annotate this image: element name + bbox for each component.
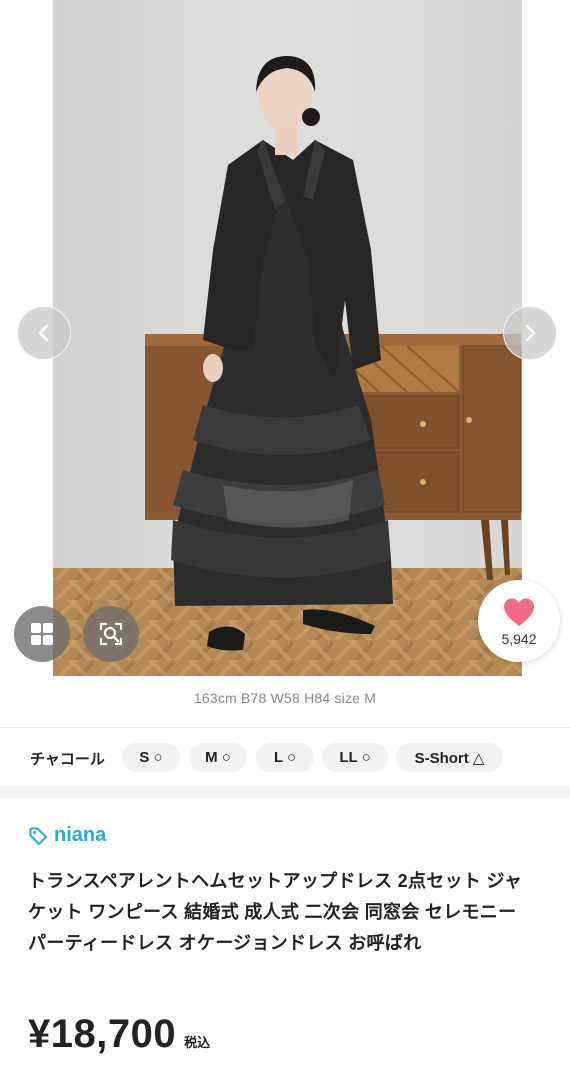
grid-icon [31,623,53,645]
model-size-caption: 163cm B78 W58 H84 size M [193,690,377,706]
image-list-button[interactable] [14,606,70,662]
color-name: チャコール [30,751,105,768]
variant-selector: チャコール S ○ M ○ L ○ LL ○ S-Short △ [0,740,570,774]
section-divider [0,786,570,798]
shop-name: niana [54,824,107,846]
size-chip-l[interactable]: L ○ [256,743,314,772]
chevron-left-icon [38,324,49,342]
size-chip-s[interactable]: S ○ [122,743,180,772]
product-title: トランスペアレントヘムセットアップドレス 2点セット ジャケット ワンピース 結… [28,871,523,953]
size-chip-ll[interactable]: LL ○ [322,743,388,772]
next-image-button[interactable] [503,306,557,360]
shop-link[interactable]: niana [28,824,106,847]
like-button[interactable]: 5,942 [478,580,560,662]
image-search-icon [99,622,123,646]
like-count: 5,942 [501,631,537,647]
product-image-gallery: 5,942 [0,0,570,685]
price-row: ¥18,700 税込 [28,1012,210,1057]
price: ¥18,700 [28,1012,177,1056]
chevron-right-icon [525,324,536,342]
image-search-button[interactable] [83,606,139,662]
size-chip-s-short[interactable]: S-Short △ [396,743,503,772]
divider [0,727,570,728]
heart-icon [504,598,534,626]
product-photo[interactable] [53,0,522,676]
size-chip-m[interactable]: M ○ [189,743,247,772]
previous-image-button[interactable] [17,306,71,360]
tag-icon [29,827,47,845]
tax-label: 税込 [184,1035,211,1050]
